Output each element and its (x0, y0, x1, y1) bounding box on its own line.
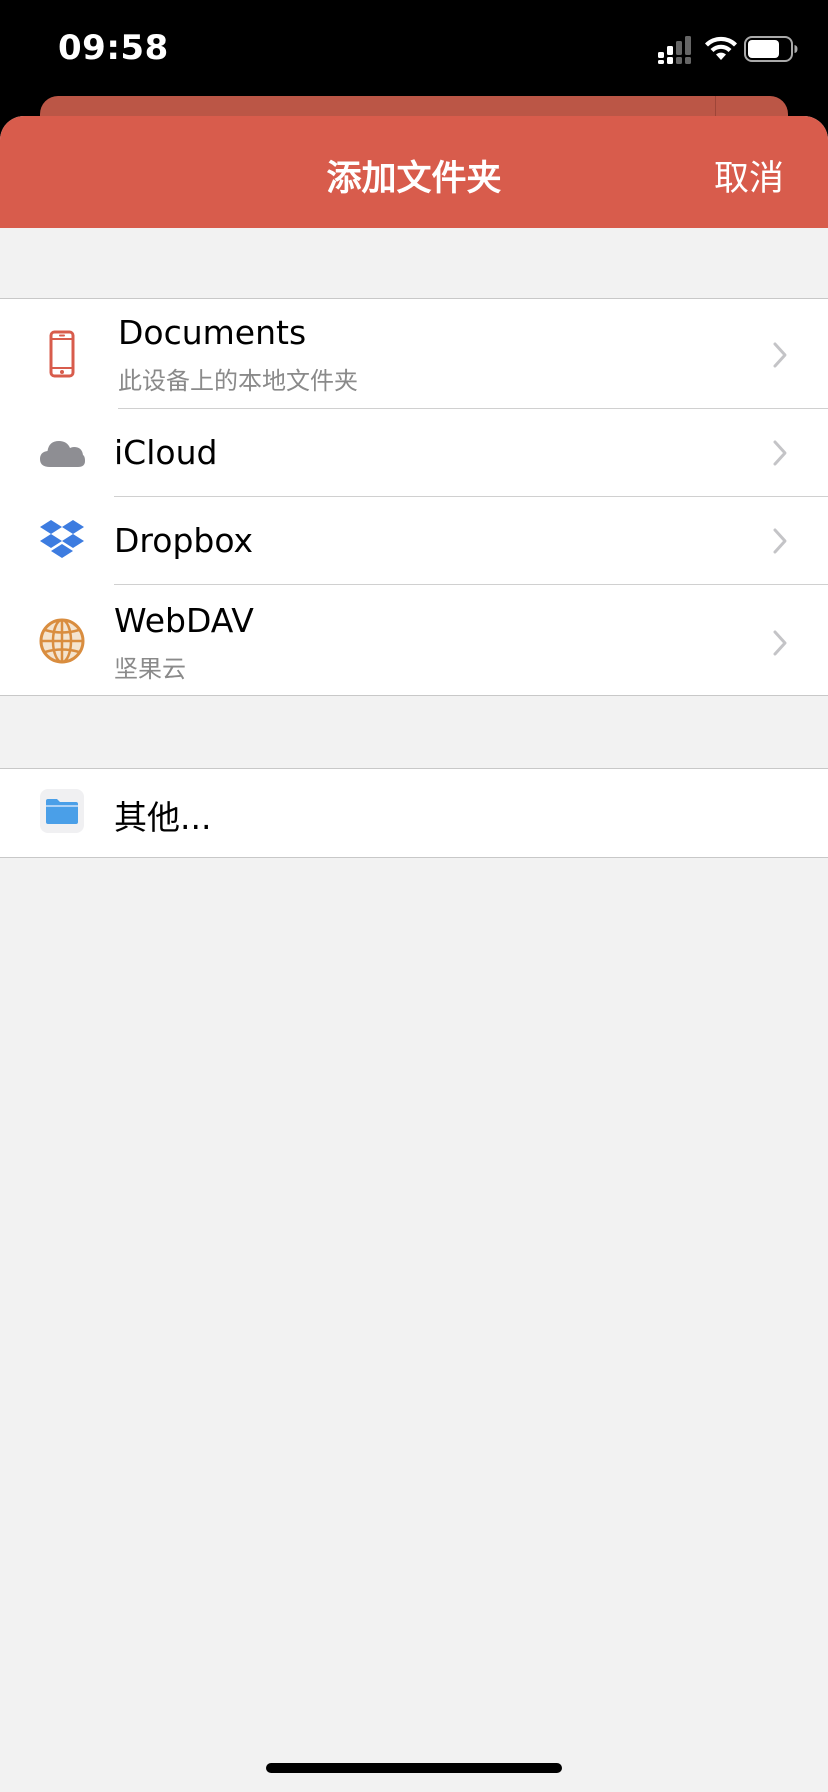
battery-icon (744, 36, 798, 62)
add-folder-sheet: 添加文件夹 取消 Documents 此设备上的本地文件夹 iCloud Dro… (0, 116, 828, 1792)
other-list: 其他... (0, 768, 828, 858)
source-title: iCloud (114, 433, 218, 472)
chevron-right-icon (773, 440, 787, 466)
source-title: WebDAV (114, 601, 254, 640)
chevron-right-icon (773, 630, 787, 656)
source-subtitle: 坚果云 (114, 655, 186, 683)
nav-bar: 添加文件夹 取消 (0, 116, 828, 228)
sheet-title: 添加文件夹 (326, 159, 502, 199)
chevron-right-icon (773, 528, 787, 554)
cloud-icon (38, 429, 86, 477)
other-row[interactable]: 其他... (0, 769, 828, 857)
other-title: 其他... (114, 798, 212, 837)
source-title: Dropbox (114, 521, 254, 560)
status-time: 09:58 (58, 28, 169, 68)
source-list: Documents 此设备上的本地文件夹 iCloud Dropbox WebD… (0, 298, 828, 696)
source-row-webdav[interactable]: WebDAV 坚果云 (0, 585, 828, 695)
chevron-right-icon (773, 342, 787, 368)
source-row-documents[interactable]: Documents 此设备上的本地文件夹 (0, 299, 828, 409)
globe-icon (38, 617, 86, 665)
source-title: Documents (118, 313, 307, 352)
phone-icon (38, 330, 86, 378)
battery-level-fill (748, 40, 779, 58)
source-subtitle: 此设备上的本地文件夹 (118, 367, 358, 395)
dropbox-icon (38, 517, 86, 565)
home-indicator (266, 1763, 562, 1773)
status-bar: 09:58 (0, 0, 828, 100)
cancel-button[interactable]: 取消 (714, 150, 784, 201)
wifi-icon (705, 36, 737, 60)
folder-icon (40, 789, 84, 833)
source-row-dropbox[interactable]: Dropbox (0, 497, 828, 585)
cellular-signal-icon (658, 36, 691, 64)
source-row-icloud[interactable]: iCloud (0, 409, 828, 497)
